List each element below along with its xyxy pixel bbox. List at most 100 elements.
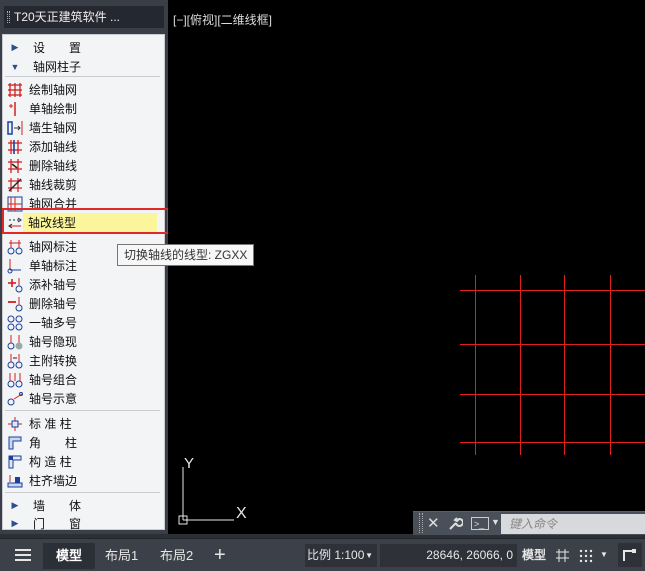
- grid-line-h[interactable]: [460, 344, 645, 345]
- wrench-icon[interactable]: [447, 515, 464, 534]
- menu-item-label: 添补轴号: [29, 278, 78, 292]
- expand-right-icon: ▶: [11, 42, 19, 52]
- menu-item-label: 柱齐墙边: [29, 474, 78, 488]
- menu-item-label: 绘制轴网: [29, 83, 78, 97]
- tab-layout1[interactable]: 布局1: [105, 539, 138, 571]
- menu-item-structural-column[interactable]: 构 造 柱: [3, 452, 164, 471]
- single-dimension-icon: [6, 258, 24, 274]
- collapse-down-icon: ▼: [10, 61, 20, 72]
- menu-item-delete-number[interactable]: 删除轴号: [3, 294, 164, 313]
- model-space-button[interactable]: 模型: [522, 539, 546, 571]
- menu-icon[interactable]: [14, 547, 32, 566]
- category-label: 轴网柱子: [33, 60, 82, 74]
- ortho-mode-icon[interactable]: [618, 543, 642, 567]
- tooltip: 切换轴线的线型: ZGXX: [117, 244, 255, 266]
- menu-item-label: 轴号隐现: [29, 335, 78, 349]
- menu-item-add-axis[interactable]: 添加轴线: [3, 137, 164, 156]
- category-label: 设 置: [33, 41, 82, 55]
- category-wall[interactable]: ▶ 墙 体: [3, 496, 164, 515]
- trim-axis-icon: [6, 177, 24, 193]
- drawing-canvas[interactable]: [−][俯视][二维线框] Y X ✕ >_ ▼ 键入命令: [168, 0, 645, 535]
- scale-value: 比例 1:100: [307, 548, 365, 562]
- grid-display-icon[interactable]: [555, 548, 570, 566]
- menu-item-multi-number[interactable]: 一轴多号: [3, 313, 164, 332]
- grip-icon[interactable]: [7, 11, 10, 23]
- menu-item-label: 轴线裁剪: [29, 178, 78, 192]
- divider: [5, 492, 160, 493]
- menu-item-delete-axis[interactable]: 删除轴线: [3, 156, 164, 175]
- grid-line-h[interactable]: [460, 394, 645, 395]
- menu-item-label: 删除轴号: [29, 297, 78, 311]
- category-label: 门 窗: [33, 517, 82, 531]
- chevron-down-icon[interactable]: ▼: [491, 517, 500, 527]
- grid-line-v[interactable]: [475, 275, 476, 455]
- menu-item-hide-number[interactable]: 轴号隐现: [3, 332, 164, 351]
- menu-item-trim-axis[interactable]: 轴线裁剪: [3, 175, 164, 194]
- hide-number-icon: [6, 334, 24, 350]
- add-layout-button[interactable]: +: [214, 539, 226, 571]
- align-column-icon: [6, 473, 24, 489]
- viewport-controls[interactable]: [−][俯视][二维线框]: [173, 11, 272, 28]
- menu-item-align-column[interactable]: 柱齐墙边: [3, 471, 164, 490]
- snap-icon[interactable]: [579, 549, 593, 566]
- menu-item-convert-number[interactable]: 主附转换: [3, 351, 164, 370]
- add-number-icon: [6, 277, 24, 293]
- menu-item-label: 轴网标注: [29, 240, 78, 254]
- menu-item-label: 删除轴线: [29, 159, 78, 173]
- palette-title-bar[interactable]: T20天正建筑软件 ...: [4, 6, 164, 28]
- expand-right-icon: ▶: [11, 518, 19, 528]
- menu-item-standard-column[interactable]: 标 准 柱: [3, 414, 164, 433]
- category-door-window[interactable]: ▶ 门 窗: [3, 514, 164, 533]
- palette-title: T20天正建筑软件 ...: [14, 10, 121, 24]
- coordinate-readout[interactable]: 28646, 26066, 0: [380, 544, 517, 567]
- combine-number-icon: [6, 372, 24, 388]
- menu-item-sketch-number[interactable]: 轴号示意: [3, 389, 164, 408]
- command-input[interactable]: 键入命令: [501, 514, 645, 534]
- menu-item-label: 主附转换: [29, 354, 78, 368]
- tab-layout2[interactable]: 布局2: [160, 539, 193, 571]
- grid-line-v[interactable]: [564, 275, 565, 455]
- grid-dimension-icon: [6, 239, 24, 255]
- add-axis-icon: [6, 139, 24, 155]
- menu-item-combine-number[interactable]: 轴号组合: [3, 370, 164, 389]
- menu-item-label: 轴号示意: [29, 392, 78, 406]
- menu-item-label: 一轴多号: [29, 316, 78, 330]
- menu-item-label: 单轴标注: [29, 259, 78, 273]
- menu-item-corner-column[interactable]: 角 柱: [3, 433, 164, 452]
- category-settings[interactable]: ▶ 设 置: [3, 38, 164, 57]
- chevron-down-icon: ▼: [365, 551, 373, 560]
- wall-axis-icon: [6, 120, 24, 136]
- menu-item-draw-grid[interactable]: 绘制轴网: [3, 80, 164, 99]
- grid-line-v[interactable]: [610, 275, 611, 455]
- divider: [5, 410, 160, 411]
- sketch-number-icon: [6, 391, 24, 407]
- tangent-palette: T20天正建筑软件 ... ▶ 设 置 ▼ 轴网柱子 绘制轴网 单轴绘制 墙生轴…: [0, 0, 169, 534]
- status-bar: 模型 布局1 布局2 + 比例 1:100 ▼ 28646, 26066, 0 …: [0, 538, 645, 571]
- scale-dropdown[interactable]: 比例 1:100 ▼: [305, 544, 377, 567]
- divider: [5, 76, 160, 77]
- category-axis-column[interactable]: ▼ 轴网柱子: [3, 57, 164, 76]
- multi-number-icon: [6, 315, 24, 331]
- tab-model[interactable]: 模型: [43, 543, 95, 569]
- menu-item-label: 添加轴线: [29, 140, 78, 154]
- grip-icon[interactable]: [419, 513, 423, 533]
- menu-item-label: 角 柱: [29, 436, 78, 450]
- ucs-x-label: X: [236, 505, 247, 522]
- command-prompt-icon[interactable]: >_: [471, 517, 489, 530]
- grid-line-v[interactable]: [520, 275, 521, 455]
- structural-column-icon: [6, 454, 24, 470]
- selection-highlight-box: [2, 208, 169, 234]
- convert-number-icon: [6, 353, 24, 369]
- palette-menu: ▶ 设 置 ▼ 轴网柱子 绘制轴网 单轴绘制 墙生轴网 添加轴线 删除轴线 轴线…: [2, 34, 165, 533]
- menu-item-wall-grid[interactable]: 墙生轴网: [3, 118, 164, 137]
- close-icon[interactable]: ✕: [427, 514, 440, 532]
- menu-item-label: 构 造 柱: [29, 455, 72, 469]
- coordinates-value: 28646, 26066, 0: [426, 548, 513, 562]
- grid-line-h[interactable]: [460, 290, 645, 291]
- chevron-down-icon[interactable]: ▼: [600, 550, 608, 559]
- grid-line-h[interactable]: [460, 442, 645, 443]
- menu-item-add-number[interactable]: 添补轴号: [3, 275, 164, 294]
- menu-item-single-axis[interactable]: 单轴绘制: [3, 99, 164, 118]
- delete-number-icon: [6, 296, 24, 312]
- menu-item-label: 墙生轴网: [29, 121, 78, 135]
